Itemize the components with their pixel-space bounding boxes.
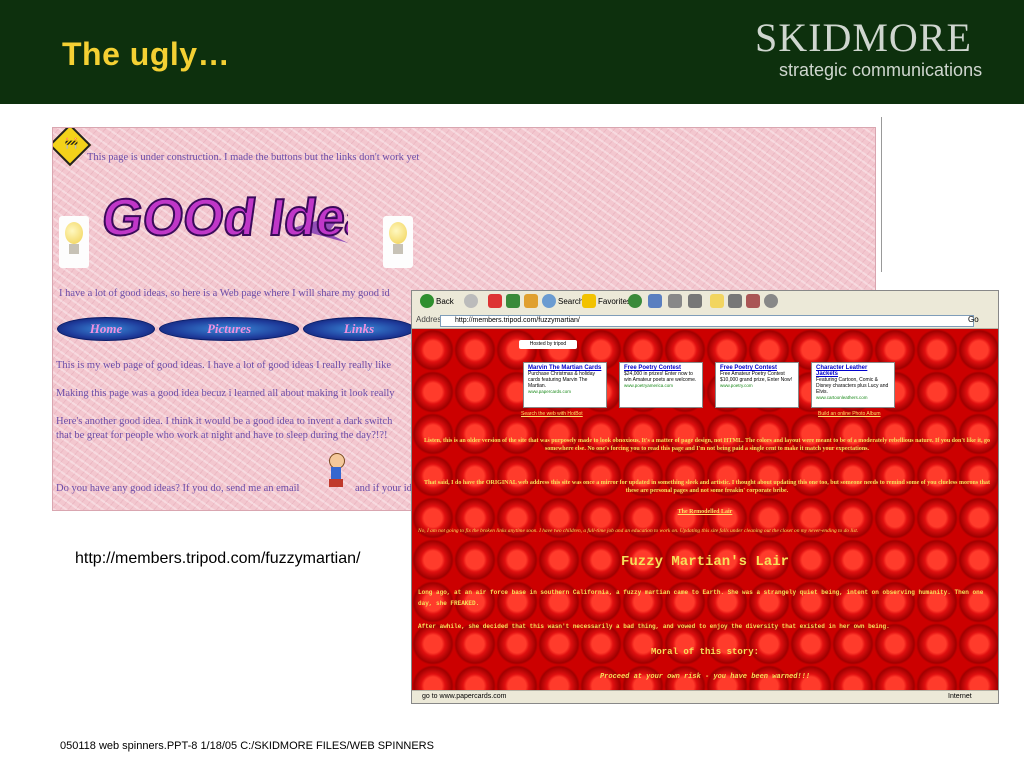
remodelled-lair-link[interactable]: The Remodelled Lair <box>412 509 998 515</box>
pictures-button[interactable]: Pictures <box>159 317 299 341</box>
broken-links-note: No, I am not going to fix the broken lin… <box>418 528 859 534</box>
back-button[interactable]: Back <box>436 294 454 310</box>
hotbot-search-link[interactable]: Search the web with HotBot <box>521 411 583 417</box>
good-ideas-wordart: GOOd Ideas <box>98 188 409 248</box>
photo-album-link[interactable]: Build an online Photo Album <box>818 411 881 417</box>
favorites-button[interactable]: Favorites <box>598 294 631 310</box>
slide-title: The ugly… <box>62 36 231 72</box>
text-line-web-page: This is my web page of good ideas. I hav… <box>56 360 392 371</box>
running-kid-icon <box>325 453 347 487</box>
slide-footer: 050118 web spinners.PPT-8 1/18/05 C:/SKI… <box>60 740 434 752</box>
search-icon[interactable] <box>542 294 556 308</box>
ad-body: Purchase Christmas & holiday cards featu… <box>528 371 595 389</box>
ad-url[interactable]: www.cartoonleathers.com <box>816 395 890 400</box>
home-button[interactable]: Home <box>57 317 155 341</box>
red-page-content: Hosted by tripod Marvin The Martian Card… <box>412 329 998 690</box>
brand-name: SKIDMORE <box>755 15 972 60</box>
disclaimer-paragraph-2: That said, I do have the ORIGINAL web ad… <box>423 480 991 494</box>
search-button[interactable]: Search <box>558 294 583 310</box>
text-line-email-tail: and if your id <box>355 483 412 494</box>
tools-icon[interactable] <box>764 294 778 308</box>
go-button[interactable]: Go <box>968 315 979 324</box>
lair-title: Fuzzy Martian's Lair <box>620 554 790 570</box>
caption-url: http://members.tripod.com/fuzzymartian/ <box>75 550 361 567</box>
address-input[interactable]: http://members.tripod.com/fuzzymartian/ <box>440 315 974 327</box>
favorites-star-icon[interactable] <box>582 294 596 308</box>
story-paragraph-1: Long ago, at an air force base in southe… <box>418 589 984 607</box>
edit-icon[interactable] <box>688 294 702 308</box>
ad-body: Free Amateur Poetry Contest $10,000 gran… <box>720 371 792 383</box>
text-line-another-2: that be great for people who work at nig… <box>56 430 388 441</box>
text-line-making: Making this page was a good idea becuz i… <box>56 388 395 399</box>
ad-url[interactable]: www.papercards.com <box>528 389 602 394</box>
intro-line: I have a lot of good ideas, so here is a… <box>59 288 390 299</box>
divider-line <box>881 117 882 272</box>
ad-url[interactable]: www.poetryamerica.com <box>624 383 698 388</box>
lightbulb-icon <box>383 216 413 268</box>
home-icon[interactable] <box>524 294 538 308</box>
ad-url[interactable]: www.poetry.com <box>720 383 794 388</box>
browser-status-bar: go to www.papercards.com Internet <box>412 690 998 703</box>
disclaimer-paragraph-1: Listen, this is an older version of the … <box>423 438 990 452</box>
research-icon[interactable] <box>746 294 760 308</box>
text-line-email: Do you have any good ideas? If you do, s… <box>56 483 300 494</box>
skidmore-logo: SKIDMORE strategic communications <box>755 18 1005 81</box>
ad-body: $24,000 in prizes! Enter now to win Amat… <box>624 371 697 383</box>
messenger-icon[interactable] <box>728 294 742 308</box>
browser-toolbar: Back Search Favorites <box>412 291 998 314</box>
brand-tagline: strategic communications <box>779 60 983 80</box>
address-bar: Address http://members.tripod.com/fuzzym… <box>412 313 998 329</box>
print-icon[interactable] <box>668 294 682 308</box>
ad-title[interactable]: Character Leather Jackets <box>816 365 890 377</box>
ad-body: Featuring Cartoon, Comic & Disney charac… <box>816 377 889 395</box>
discuss-icon[interactable] <box>710 294 724 308</box>
moral-heading: Moral of this story: <box>650 647 760 657</box>
good-ideas-text: GOOd Ideas <box>103 189 348 247</box>
good-ideas-logo: GOOd Ideas <box>98 173 409 263</box>
refresh-icon[interactable] <box>506 294 520 308</box>
construction-sign-icon: 🚧 <box>53 128 92 167</box>
construction-line: This page is under construction. I made … <box>87 152 420 163</box>
links-button[interactable]: Links <box>303 317 415 341</box>
text-line-another-1: Here's another good idea. I think it wou… <box>56 416 393 427</box>
slide-header: The ugly… SKIDMORE strategic communicati… <box>0 0 1024 104</box>
lightbulb-icon <box>59 216 89 268</box>
mail-icon[interactable] <box>648 294 662 308</box>
stop-icon[interactable] <box>488 294 502 308</box>
story-paragraph-2: After awhile, she decided that this wasn… <box>418 623 890 630</box>
forward-arrow-icon[interactable] <box>464 294 478 308</box>
ad-box[interactable]: Character Leather Jackets Featuring Cart… <box>811 362 895 408</box>
moral-text: Proceed at your own risk - you have been… <box>599 673 811 681</box>
status-text: go to www.papercards.com <box>422 693 507 700</box>
internet-zone: Internet <box>948 693 972 700</box>
ad-box[interactable]: Free Poetry Contest Free Amateur Poetry … <box>715 362 799 408</box>
back-arrow-icon[interactable] <box>420 294 434 308</box>
hosted-by-tripod-badge[interactable]: Hosted by tripod <box>519 340 577 349</box>
ugly-page-screenshot-red: Back Search Favorites Address http://mem… <box>411 290 999 704</box>
ad-box[interactable]: Free Poetry Contest $24,000 in prizes! E… <box>619 362 703 408</box>
ad-box[interactable]: Marvin The Martian Cards Purchase Christ… <box>523 362 607 408</box>
media-icon[interactable] <box>628 294 642 308</box>
